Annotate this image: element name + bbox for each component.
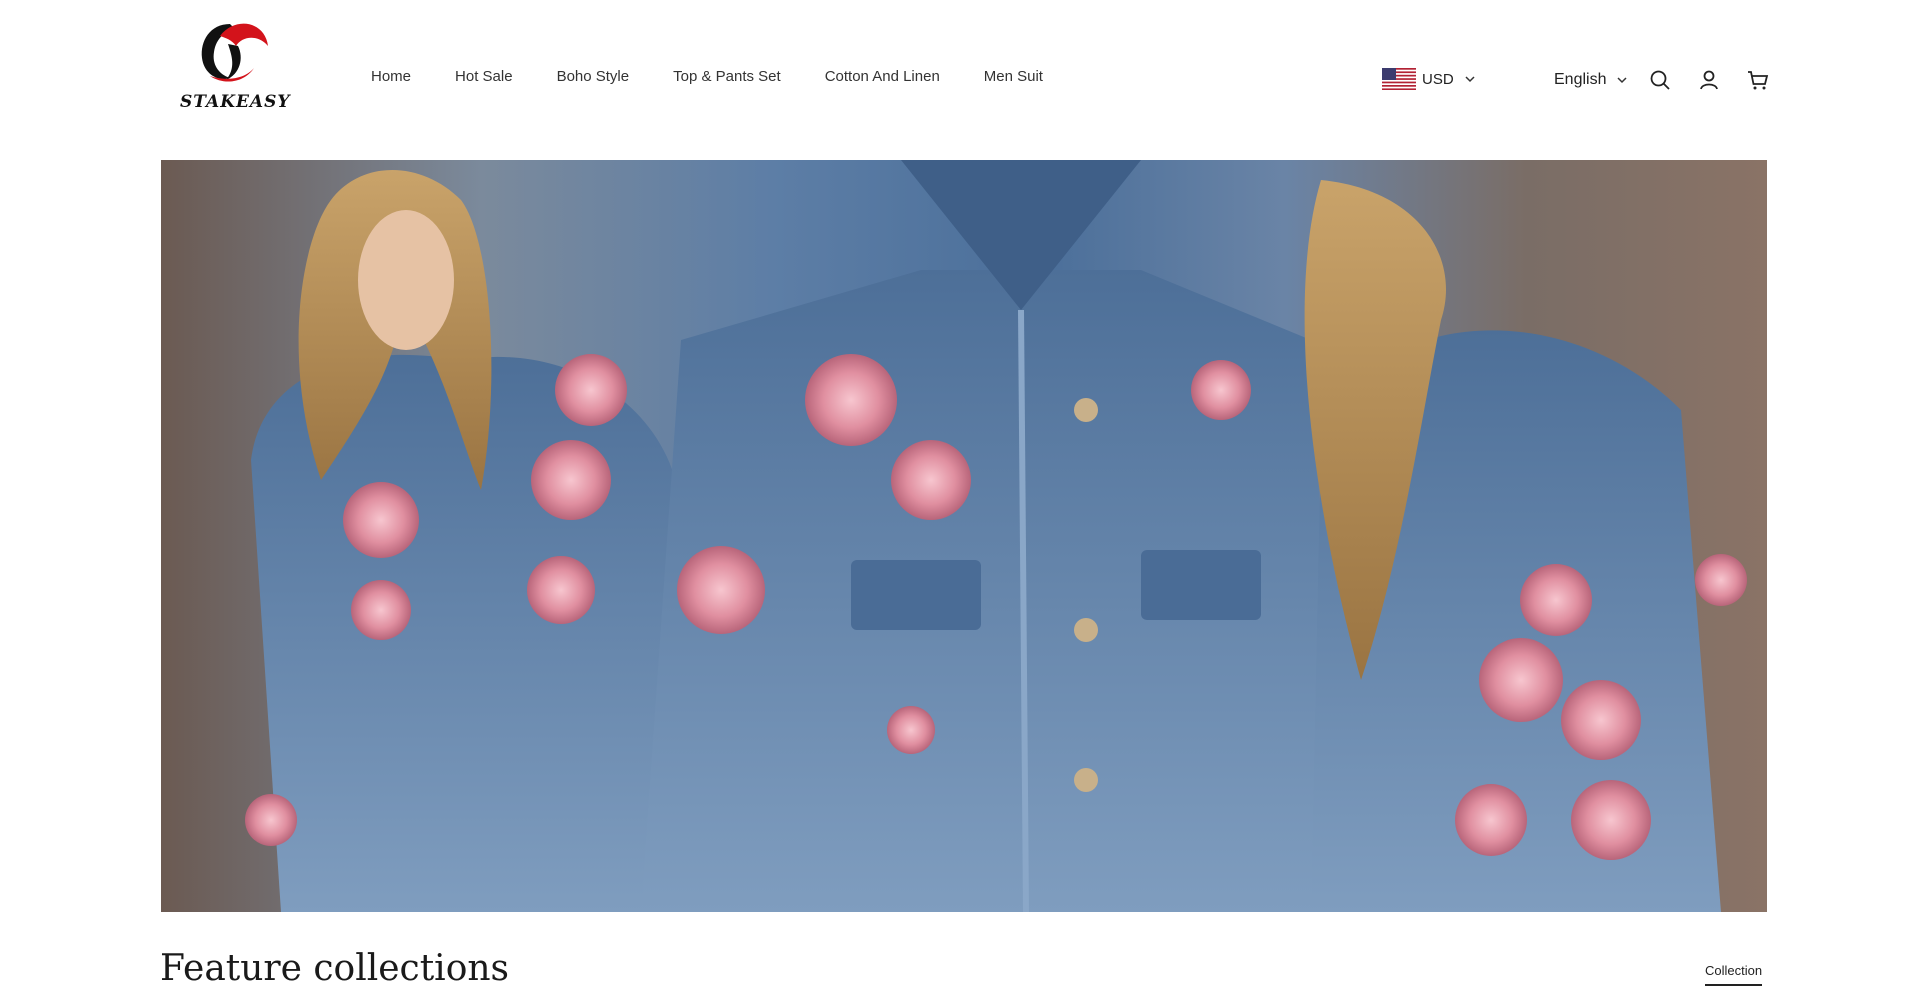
currency-selector[interactable]: USD	[1382, 67, 1476, 91]
hero-banner[interactable]	[161, 160, 1767, 912]
search-icon	[1650, 70, 1670, 90]
collection-link[interactable]: Collection	[1705, 963, 1763, 986]
nav-item-boho-style[interactable]: Boho Style	[557, 68, 630, 92]
brand-logo[interactable]: STAKEASY	[180, 16, 291, 116]
account-icon	[1700, 70, 1718, 90]
brand-name: STAKEASY	[180, 92, 291, 112]
search-button[interactable]	[1648, 68, 1672, 92]
language-label: English	[1554, 71, 1607, 88]
hero-image	[245, 160, 1747, 912]
us-flag-icon	[1382, 68, 1416, 90]
nav-item-top-pants-set[interactable]: Top & Pants Set	[673, 68, 781, 92]
account-button[interactable]	[1697, 68, 1721, 92]
language-selector[interactable]: English	[1554, 68, 1628, 92]
section-title: Feature collections	[160, 948, 510, 989]
nav-item-cotton-linen[interactable]: Cotton And Linen	[825, 68, 940, 92]
cart-icon	[1748, 71, 1769, 90]
nav-item-hot-sale[interactable]: Hot Sale	[455, 68, 513, 92]
main-nav: Home Hot Sale Boho Style Top & Pants Set…	[371, 68, 1043, 92]
cart-button[interactable]	[1746, 68, 1770, 92]
chevron-down-icon	[1465, 76, 1475, 83]
logo-mark-icon	[201, 23, 268, 82]
nav-item-home[interactable]: Home	[371, 68, 411, 92]
nav-item-men-suit[interactable]: Men Suit	[984, 68, 1043, 92]
site-header: STAKEASY Home Hot Sale Boho Style Top & …	[0, 0, 1920, 160]
chevron-down-icon	[1617, 77, 1628, 84]
currency-label: USD	[1422, 70, 1454, 88]
